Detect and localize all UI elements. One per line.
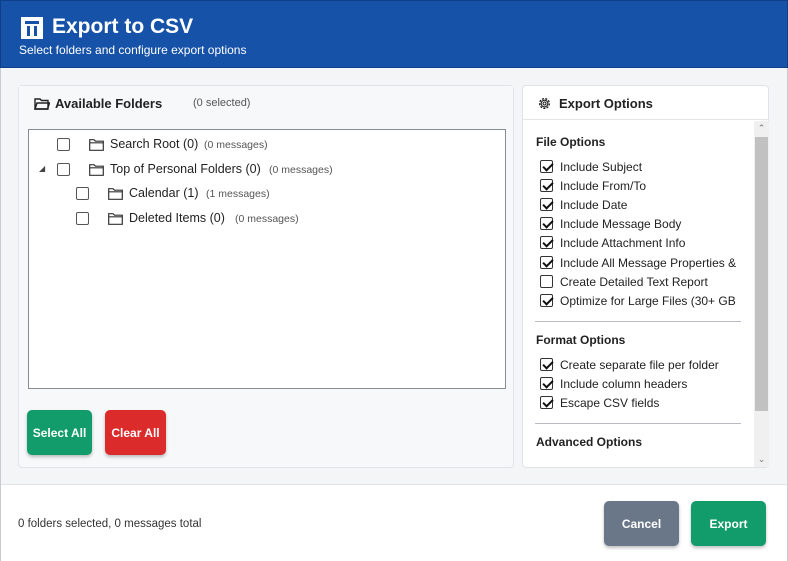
option-label: Escape CSV fields xyxy=(560,396,660,410)
option-checkbox[interactable] xyxy=(540,377,553,390)
option-checkbox[interactable] xyxy=(540,358,553,371)
options-scroll-area[interactable]: File Options Include Subject Include Fro… xyxy=(523,121,755,467)
option-checkbox[interactable] xyxy=(540,256,553,269)
tree-item-deleted-items[interactable]: Deleted Items (0) (0 messages) xyxy=(76,210,496,230)
tree-item-checkbox[interactable] xyxy=(57,163,70,176)
option-include-column-headers[interactable]: Include column headers xyxy=(540,376,755,393)
option-checkbox[interactable] xyxy=(540,217,553,230)
selection-status: 0 folders selected, 0 messages total xyxy=(18,518,202,530)
option-checkbox[interactable] xyxy=(540,396,553,409)
option-create-detailed-text-report[interactable]: Create Detailed Text Report xyxy=(540,274,755,291)
option-include-from-to[interactable]: Include From/To xyxy=(540,178,755,195)
option-label: Include Date xyxy=(560,198,628,212)
tree-item-calendar[interactable]: Calendar (1) (1 messages) xyxy=(76,185,496,205)
option-include-message-body[interactable]: Include Message Body xyxy=(540,216,755,233)
dialog-subtitle: Select folders and configure export opti… xyxy=(19,43,247,57)
option-label: Include All Message Properties & xyxy=(560,256,737,270)
option-escape-csv-fields[interactable]: Escape CSV fields xyxy=(540,395,755,412)
option-include-attachment-info[interactable]: Include Attachment Info xyxy=(540,235,755,252)
option-label: Include From/To xyxy=(560,179,647,193)
folders-panel-header: Available Folders (0 selected) xyxy=(19,86,513,122)
option-optimize-large-files[interactable]: Optimize for Large Files (30+ GB xyxy=(540,293,755,310)
export-options-panel: Export Options File Options Include Subj… xyxy=(522,85,769,468)
folder-icon xyxy=(89,164,104,176)
option-separate-file-per-folder[interactable]: Create separate file per folder xyxy=(540,357,755,374)
option-label: Create Detailed Text Report xyxy=(560,275,708,289)
app-logo-icon xyxy=(21,17,43,39)
tree-item-count: (0 messages) xyxy=(235,213,299,225)
tree-item-checkbox[interactable] xyxy=(57,138,70,151)
section-title-advanced-options: Advanced Options xyxy=(536,435,643,449)
tree-item-label: Calendar (1) xyxy=(129,186,199,200)
tree-item-checkbox[interactable] xyxy=(76,187,89,200)
dialog-title: Export to CSV xyxy=(52,15,194,38)
tree-item-count: (0 messages) xyxy=(204,139,268,151)
tree-expander-icon[interactable]: ◢ xyxy=(39,164,45,173)
dialog-header: Export to CSV Select folders and configu… xyxy=(0,0,788,68)
tree-item-label: Top of Personal Folders (0) xyxy=(110,162,261,176)
folder-tree[interactable]: Search Root (0) (0 messages) ◢ Top of Pe… xyxy=(28,129,506,389)
option-label: Optimize for Large Files (30+ GB xyxy=(560,294,736,308)
scroll-down-icon[interactable]: ⌄ xyxy=(754,452,769,467)
tree-item-search-root[interactable]: Search Root (0) (0 messages) xyxy=(57,136,497,156)
tree-item-label: Deleted Items (0) xyxy=(129,211,225,225)
options-scrollbar[interactable]: ⌃ ⌄ xyxy=(754,121,769,467)
folder-open-icon xyxy=(34,98,50,110)
folders-panel-title: Available Folders xyxy=(55,96,163,111)
option-label: Include Attachment Info xyxy=(560,236,686,250)
folder-icon xyxy=(108,213,123,225)
cancel-button[interactable]: Cancel xyxy=(604,501,679,546)
export-button[interactable]: Export xyxy=(691,501,766,546)
section-divider xyxy=(535,423,741,424)
gear-icon xyxy=(538,97,551,110)
folder-icon xyxy=(89,139,104,151)
clear-all-button[interactable]: Clear All xyxy=(105,410,166,455)
option-label: Include Message Body xyxy=(560,217,682,231)
scrollbar-thumb[interactable] xyxy=(755,137,768,411)
folder-icon xyxy=(108,188,123,200)
scroll-up-icon[interactable]: ⌃ xyxy=(754,121,769,136)
available-folders-panel: Available Folders (0 selected) Search Ro… xyxy=(18,85,514,468)
option-checkbox[interactable] xyxy=(540,275,553,288)
tree-item-checkbox[interactable] xyxy=(76,212,89,225)
tree-item-count: (0 messages) xyxy=(269,164,333,176)
option-label: Create separate file per folder xyxy=(560,358,719,372)
section-divider xyxy=(535,321,741,322)
section-title-format-options: Format Options xyxy=(536,333,626,347)
options-panel-header: Export Options xyxy=(523,86,768,120)
section-title-file-options: File Options xyxy=(536,135,606,149)
option-checkbox[interactable] xyxy=(540,179,553,192)
option-include-subject[interactable]: Include Subject xyxy=(540,159,755,176)
tree-item-top-of-personal-folders[interactable]: ◢ Top of Personal Folders (0) (0 message… xyxy=(39,161,497,181)
tree-item-label: Search Root (0) xyxy=(110,137,199,151)
option-checkbox[interactable] xyxy=(540,160,553,173)
folders-selected-count: (0 selected) xyxy=(193,97,251,109)
option-label: Include Subject xyxy=(560,160,643,174)
tree-item-count: (1 messages) xyxy=(206,188,270,200)
option-checkbox[interactable] xyxy=(540,198,553,211)
select-all-button[interactable]: Select All xyxy=(27,410,92,455)
options-panel-title: Export Options xyxy=(559,96,653,111)
option-include-date[interactable]: Include Date xyxy=(540,197,755,214)
option-checkbox[interactable] xyxy=(540,236,553,249)
option-checkbox[interactable] xyxy=(540,294,553,307)
option-include-all-message-properties[interactable]: Include All Message Properties & xyxy=(540,255,755,272)
option-label: Include column headers xyxy=(560,377,688,391)
